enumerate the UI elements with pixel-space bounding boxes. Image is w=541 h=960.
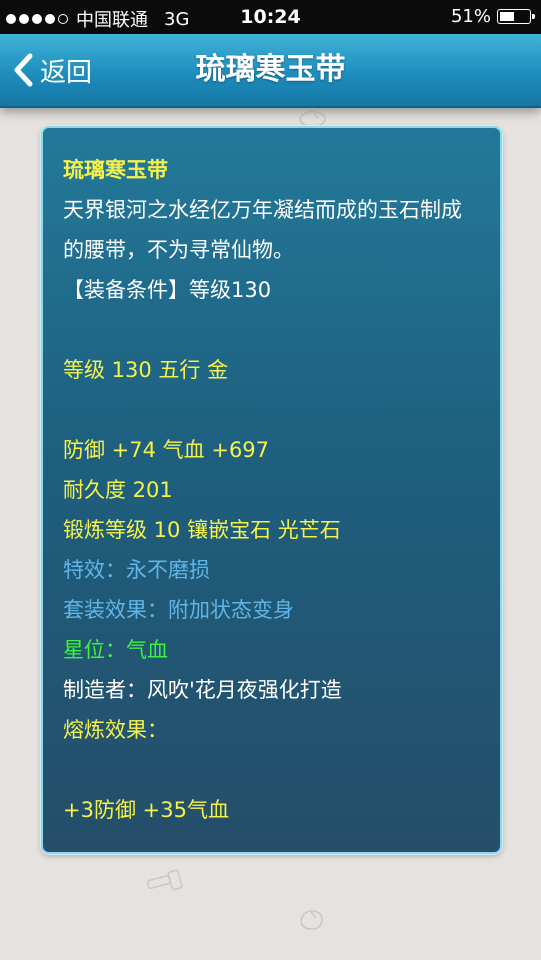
battery-percent: 51%	[450, 6, 491, 27]
watermark-pouch-icon	[300, 910, 323, 930]
item-name: 琉璃寒玉带	[63, 158, 168, 182]
watermark-hammer-icon	[147, 869, 183, 891]
item-smelt-value: +3防御 +35气血	[63, 798, 229, 822]
item-smelt-label: 熔炼效果：	[63, 718, 168, 742]
battery-fill	[500, 12, 514, 21]
item-set-effect: 套装效果：附加状态变身	[63, 598, 294, 622]
navigation-bar: 返回 琉璃寒玉带	[0, 34, 541, 108]
item-forge-gem: 锻炼等级 10 镶嵌宝石 光芒石	[63, 518, 341, 542]
battery-icon	[497, 9, 535, 24]
battery-status: 51%	[450, 6, 535, 27]
page-title: 琉璃寒玉带	[195, 52, 346, 87]
item-tooltip-panel: 琉璃寒玉带 天界银河之水经亿万年凝结而成的玉石制成的腰带，不为寻常仙物。 【装备…	[41, 126, 502, 854]
item-special-effect: 特效：永不磨损	[63, 558, 210, 582]
item-requirement: 【装备条件】等级130	[63, 278, 272, 302]
item-maker: 制造者：风吹'花月夜强化打造	[63, 678, 342, 702]
item-star-position: 星位：气血	[63, 638, 168, 662]
item-durability: 耐久度 201	[63, 478, 173, 502]
item-description: 天界银河之水经亿万年凝结而成的玉石制成的腰带，不为寻常仙物。	[63, 198, 462, 262]
item-level-element: 等级 130 五行 金	[63, 358, 229, 382]
status-bar: 中国联通 3G 10:24 51%	[0, 0, 541, 34]
item-defense-hp: 防御 +74 气血 +697	[63, 438, 270, 462]
